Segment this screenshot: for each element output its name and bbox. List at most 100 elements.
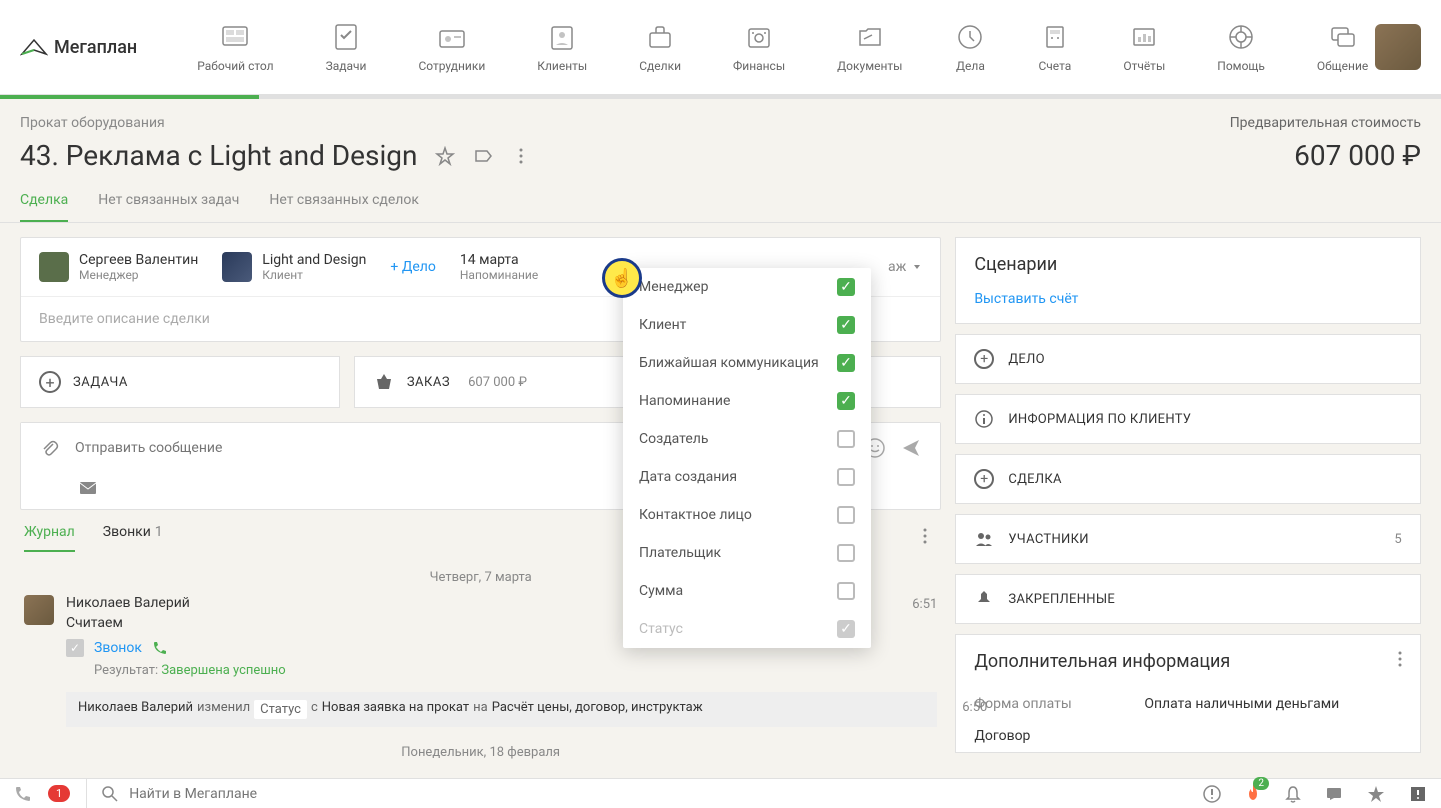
manager-block[interactable]: Сергеев Валентин Менеджер: [39, 252, 198, 282]
checkbox-off-icon: [837, 468, 855, 486]
nav-tasks[interactable]: Задачи: [326, 21, 367, 73]
chevron-down-icon[interactable]: [912, 262, 922, 272]
nav-documents[interactable]: Документы: [837, 21, 902, 73]
checkbox-off-icon: [837, 430, 855, 448]
client-block[interactable]: Light and Design Клиент: [222, 252, 366, 282]
nav-cases[interactable]: Дела: [954, 21, 986, 73]
call-link[interactable]: Звонок: [94, 640, 142, 656]
progress-bar: [0, 95, 1441, 99]
global-search[interactable]: [86, 779, 1187, 808]
add-case-button[interactable]: + Дело: [390, 259, 435, 275]
status-partial: аж: [888, 259, 906, 275]
reminder-date: 14 марта: [460, 252, 538, 268]
alert-icon[interactable]: [1203, 785, 1221, 803]
date-separator: Понедельник, 18 февраля: [24, 727, 937, 770]
dd-payer[interactable]: Плательщик: [623, 534, 871, 572]
checkbox-on-icon: ✓: [837, 278, 855, 296]
checkbox-off-icon: [837, 582, 855, 600]
dd-manager[interactable]: Менеджер✓: [623, 268, 871, 306]
checkbox-on-icon: ✓: [837, 354, 855, 372]
info-icon: [974, 409, 994, 429]
breadcrumb[interactable]: Прокат оборудования: [20, 115, 165, 131]
add-task-button[interactable]: + ЗАДАЧА: [20, 356, 340, 408]
more-vertical-icon[interactable]: [1398, 651, 1402, 672]
cursor-indicator: ☝: [602, 258, 642, 298]
tab-calls[interactable]: Звонки1: [103, 524, 163, 552]
manager-name: Сергеев Валентин: [79, 252, 198, 268]
checkbox-on-icon: ✓: [837, 316, 855, 334]
column-settings-dropdown: Менеджер✓ Клиент✓ Ближайшая коммуникация…: [623, 268, 871, 648]
check-done-icon: ✓: [66, 639, 84, 657]
dd-reminder[interactable]: Напоминание✓: [623, 382, 871, 420]
phone-badge: 1: [48, 785, 70, 802]
phone-icon: [152, 640, 168, 656]
cost-label: Предварительная стоимость: [1230, 115, 1421, 131]
side-participants[interactable]: УЧАСТНИКИ 5: [955, 514, 1421, 564]
basket-icon: [373, 371, 395, 393]
additional-info-card: Дополнительная информация Форма оплатыОп…: [955, 634, 1421, 753]
pin-icon: [974, 589, 994, 609]
send-icon[interactable]: [900, 437, 922, 459]
user-avatar[interactable]: [1375, 24, 1421, 70]
tab-journal[interactable]: Журнал: [24, 524, 75, 552]
nav-reports[interactable]: Отчёты: [1123, 21, 1165, 73]
dd-creator[interactable]: Создатель: [623, 420, 871, 458]
attachment-icon[interactable]: [39, 438, 59, 458]
checkbox-off-icon: [837, 544, 855, 562]
people-icon: [974, 529, 994, 549]
dd-created[interactable]: Дата создания: [623, 458, 871, 496]
dd-contact[interactable]: Контактное лицо: [623, 496, 871, 534]
search-input[interactable]: [129, 786, 1187, 802]
journal-more-icon[interactable]: [923, 528, 937, 548]
invoice-link[interactable]: Выставить счёт: [956, 291, 1420, 323]
entry-time: 6:51: [912, 597, 937, 612]
nav-desktop[interactable]: Рабочий стол: [197, 21, 273, 73]
nav-bills[interactable]: Счета: [1038, 21, 1071, 73]
reminder-label: Напоминание: [460, 268, 538, 282]
plus-icon: +: [974, 469, 994, 489]
tab-deal[interactable]: Сделка: [20, 192, 68, 222]
scenarios-card: Сценарии Выставить счёт: [955, 237, 1421, 324]
page-title: 43. Реклама с Light and Design: [20, 139, 417, 172]
manager-avatar: [39, 252, 69, 282]
checkbox-disabled-icon: ✓: [837, 620, 855, 638]
star-icon[interactable]: [1367, 785, 1385, 803]
mail-icon[interactable]: [79, 481, 97, 495]
dd-sum[interactable]: Сумма: [623, 572, 871, 610]
more-vertical-icon[interactable]: [511, 146, 531, 166]
entry-avatar: [24, 595, 54, 625]
warning-icon[interactable]: [1409, 785, 1427, 803]
search-icon: [101, 785, 119, 803]
pointer-hand-icon: ☝: [611, 268, 633, 289]
nav-finances[interactable]: Финансы: [733, 21, 785, 73]
tab-no-tasks[interactable]: Нет связанных задач: [98, 192, 239, 222]
tag-icon[interactable]: [473, 146, 493, 166]
bell-icon[interactable]: [1285, 785, 1301, 803]
tab-no-deals[interactable]: Нет связанных сделок: [269, 192, 419, 222]
message-icon[interactable]: [1325, 786, 1343, 802]
checkbox-on-icon: ✓: [837, 392, 855, 410]
side-client-info[interactable]: ИНФОРМАЦИЯ ПО КЛИЕНТУ: [955, 394, 1421, 444]
plus-icon: +: [39, 371, 61, 393]
logo-text: Мегаплан: [54, 37, 137, 58]
nav-help[interactable]: Помощь: [1217, 21, 1265, 73]
dd-client[interactable]: Клиент✓: [623, 306, 871, 344]
dd-status: Статус✓: [623, 610, 871, 648]
nav-chat[interactable]: Общение: [1317, 21, 1368, 73]
plus-icon: +: [974, 349, 994, 369]
fire-badge: 2: [1253, 777, 1269, 790]
nav-deals[interactable]: Сделки: [639, 21, 681, 73]
nav-employees[interactable]: Сотрудники: [418, 21, 485, 73]
dd-communication[interactable]: Ближайшая коммуникация✓: [623, 344, 871, 382]
checkbox-off-icon: [837, 506, 855, 524]
phone-icon[interactable]: [14, 785, 32, 803]
deal-tabs: Сделка Нет связанных задач Нет связанных…: [0, 192, 1441, 223]
fire-icon[interactable]: 2: [1245, 783, 1261, 805]
side-deal[interactable]: + СДЕЛКА: [955, 454, 1421, 504]
logo[interactable]: Мегаплан: [20, 36, 137, 58]
star-icon[interactable]: [435, 146, 455, 166]
deal-price: 607 000 ₽: [1294, 139, 1421, 172]
nav-clients[interactable]: Клиенты: [537, 21, 587, 73]
side-pinned[interactable]: ЗАКРЕПЛЕННЫЕ: [955, 574, 1421, 624]
side-case[interactable]: + ДЕЛО: [955, 334, 1421, 384]
